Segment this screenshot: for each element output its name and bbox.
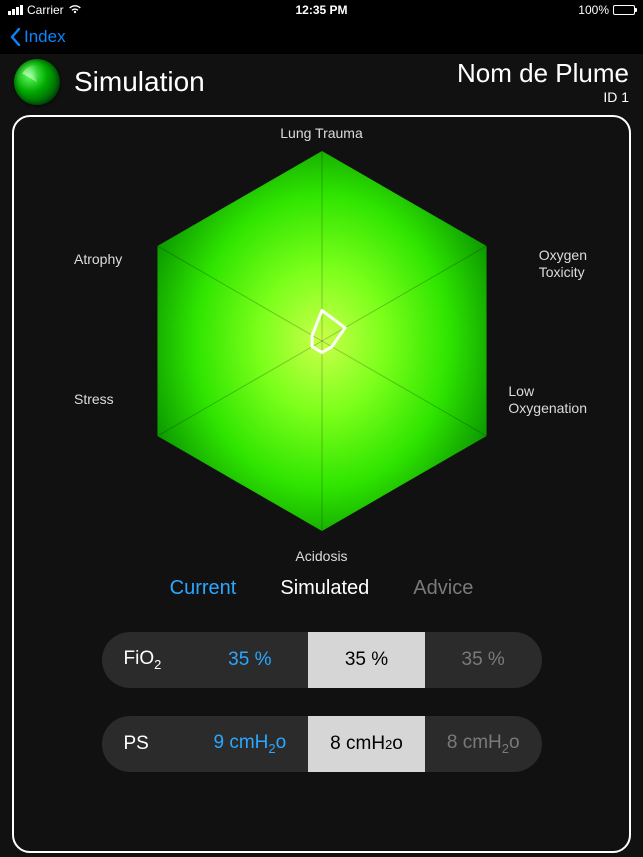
param-row-ps: PS 9 cmH2o 8 cmH2o 8 cmH2o: [102, 716, 542, 772]
tab-current[interactable]: Current: [170, 577, 237, 600]
axis-label-atrophy: Atrophy: [74, 251, 122, 268]
signal-icon: [8, 5, 23, 15]
axis-label-stress: Stress: [74, 391, 114, 408]
ps-simulated[interactable]: 8 cmH2o: [308, 716, 425, 772]
wifi-icon: [68, 3, 82, 17]
page-title: Simulation: [74, 66, 205, 98]
fio2-advice: 35 %: [425, 649, 542, 671]
patient-name: Nom de Plume: [457, 58, 629, 89]
patient-id: ID 1: [457, 89, 629, 105]
param-label-fio2: FiO2: [102, 648, 192, 672]
value-tabs: Current Simulated Advice: [14, 577, 629, 600]
main-panel: Lung Trauma OxygenToxicity LowOxygenatio…: [12, 115, 631, 853]
page-header: Simulation Nom de Plume ID 1: [0, 54, 643, 115]
back-label: Index: [24, 27, 66, 47]
axis-label-oxygen-toxicity: OxygenToxicity: [539, 247, 587, 281]
axis-label-acidosis: Acidosis: [295, 548, 347, 565]
battery-percent: 100%: [578, 3, 609, 17]
header-right: Nom de Plume ID 1: [457, 58, 629, 105]
tab-simulated[interactable]: Simulated: [280, 577, 369, 600]
status-right: 100%: [578, 3, 635, 17]
status-left: Carrier: [8, 3, 82, 17]
fio2-simulated[interactable]: 35 %: [308, 632, 425, 688]
tab-advice[interactable]: Advice: [413, 577, 473, 600]
param-row-fio2: FiO2 35 % 35 % 35 %: [102, 632, 542, 688]
radar-icon: [14, 59, 60, 105]
fio2-current: 35 %: [192, 649, 309, 671]
carrier-label: Carrier: [27, 3, 64, 17]
ps-current: 9 cmH2o: [192, 732, 309, 756]
axis-label-lung-trauma: Lung Trauma: [280, 125, 363, 142]
radar-chart: Lung Trauma OxygenToxicity LowOxygenatio…: [14, 121, 629, 569]
status-time: 12:35 PM: [295, 3, 347, 17]
battery-icon: [613, 5, 635, 15]
status-bar: Carrier 12:35 PM 100%: [0, 0, 643, 20]
back-button[interactable]: Index: [8, 27, 66, 47]
nav-bar: Index: [0, 20, 643, 54]
param-label-ps: PS: [102, 733, 192, 755]
axis-label-low-oxygenation: LowOxygenation: [508, 383, 587, 417]
param-rows: FiO2 35 % 35 % 35 % PS 9 cmH2o 8 cmH2o 8…: [14, 632, 629, 772]
chevron-left-icon: [8, 27, 22, 47]
header-left: Simulation: [14, 59, 205, 105]
ps-advice: 8 cmH2o: [425, 732, 542, 756]
